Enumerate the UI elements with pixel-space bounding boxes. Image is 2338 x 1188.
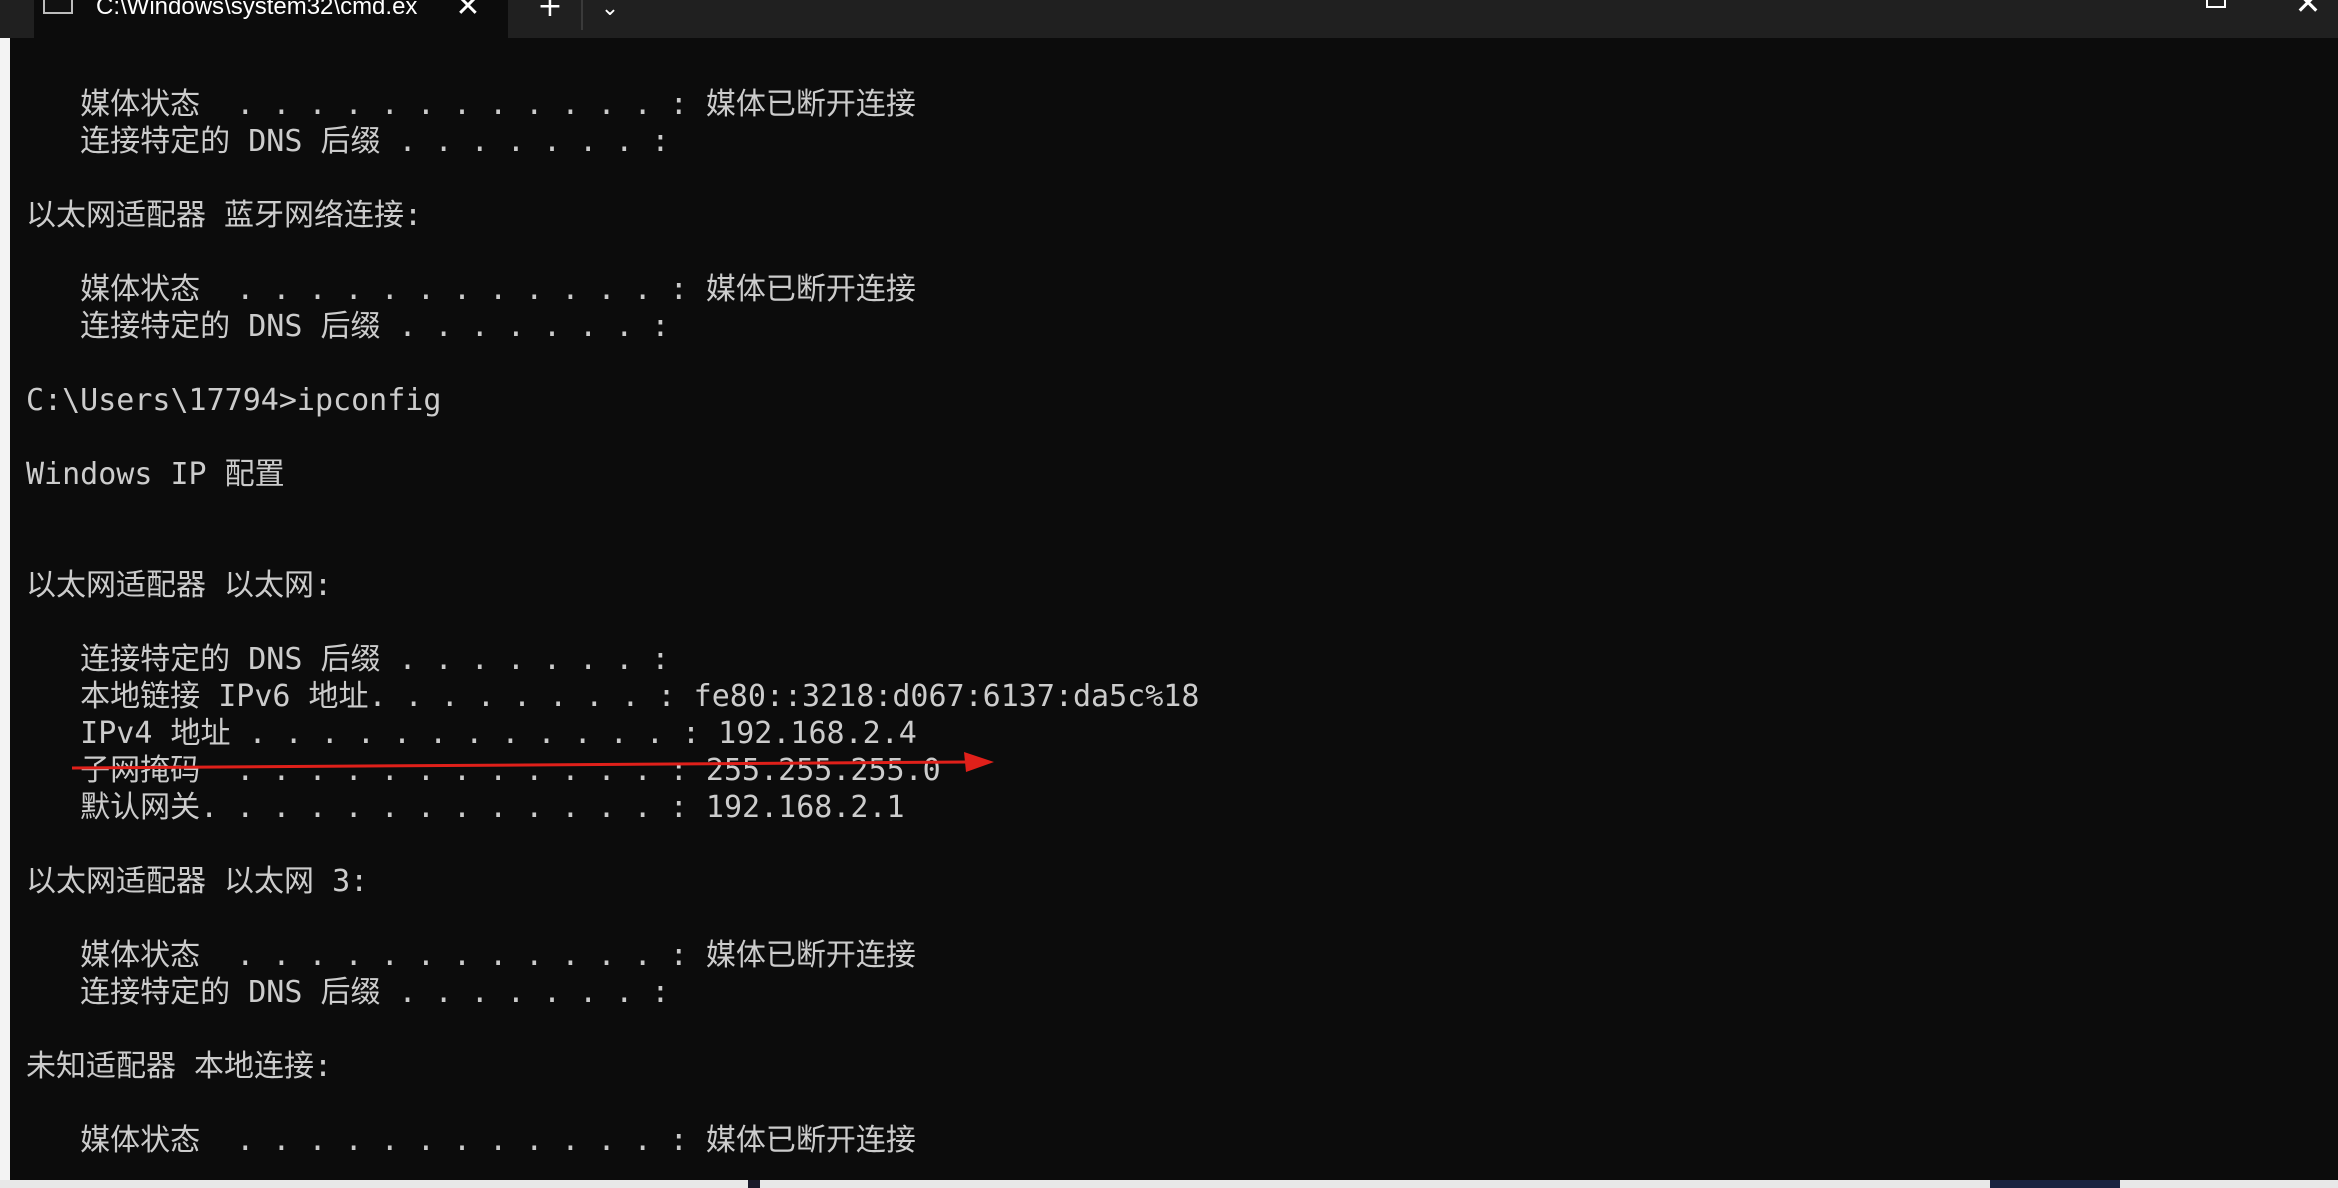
maximize-icon — [2206, 0, 2226, 8]
console-line: 媒体状态 . . . . . . . . . . . . : 媒体已断开连接 — [26, 87, 916, 122]
console-line: 以太网适配器 以太网 3: — [26, 864, 369, 899]
chevron-down-icon[interactable]: ⌄ — [590, 0, 630, 26]
background-window-edge — [0, 38, 10, 1188]
tab-close-icon[interactable]: ✕ — [448, 0, 488, 24]
console-line: Windows IP 配置 — [26, 457, 285, 492]
taskbar-segment — [1990, 1180, 2120, 1188]
console-line: C:\Users\17794>ipconfig — [26, 383, 442, 418]
console-lines: 媒体状态 . . . . . . . . . . . . : 媒体已断开连接 连… — [26, 86, 1199, 1159]
tab-cmd[interactable]: C:\Windows\system32\cmd.ex ✕ — [34, 0, 508, 38]
console-line: 子网掩码 . . . . . . . . . . . . : 255.255.2… — [26, 753, 941, 788]
maximize-button[interactable] — [2200, 0, 2236, 12]
console-line: 连接特定的 DNS 后缀 . . . . . . . : — [26, 309, 670, 344]
window-close-button[interactable]: ✕ — [2288, 0, 2328, 20]
console-line: 以太网适配器 蓝牙网络连接: — [26, 198, 423, 233]
console-line: 连接特定的 DNS 后缀 . . . . . . . : — [26, 124, 670, 159]
console-line: 连接特定的 DNS 后缀 . . . . . . . : — [26, 975, 670, 1010]
new-tab-button[interactable]: + — [530, 0, 570, 24]
tab-divider — [581, 0, 583, 30]
console-line: 本地链接 IPv6 地址. . . . . . . . : fe80::3218… — [26, 679, 1200, 714]
terminal-window: C:\Windows\system32\cmd.ex ✕ + ⌄ ✕ 媒体状态 … — [0, 0, 2338, 1188]
console-output[interactable]: 媒体状态 . . . . . . . . . . . . : 媒体已断开连接 连… — [10, 38, 2338, 1180]
console-icon — [43, 0, 73, 14]
console-line: 连接特定的 DNS 后缀 . . . . . . . : — [26, 642, 670, 677]
tab-title: C:\Windows\system32\cmd.ex — [96, 0, 418, 20]
console-line: 默认网关. . . . . . . . . . . . . : 192.168.… — [26, 790, 905, 825]
title-bar: C:\Windows\system32\cmd.ex ✕ + ⌄ ✕ — [0, 0, 2338, 38]
taskbar-segment — [748, 1180, 760, 1188]
console-line: 以太网适配器 以太网: — [26, 568, 333, 603]
taskbar-edge — [0, 1180, 2338, 1188]
console-line: 媒体状态 . . . . . . . . . . . . : 媒体已断开连接 — [26, 1123, 916, 1158]
console-line: 未知适配器 本地连接: — [26, 1049, 333, 1084]
console-line: 媒体状态 . . . . . . . . . . . . : 媒体已断开连接 — [26, 272, 916, 307]
console-line: 媒体状态 . . . . . . . . . . . . : 媒体已断开连接 — [26, 938, 916, 973]
console-line: IPv4 地址 . . . . . . . . . . . . : 192.16… — [26, 716, 917, 751]
